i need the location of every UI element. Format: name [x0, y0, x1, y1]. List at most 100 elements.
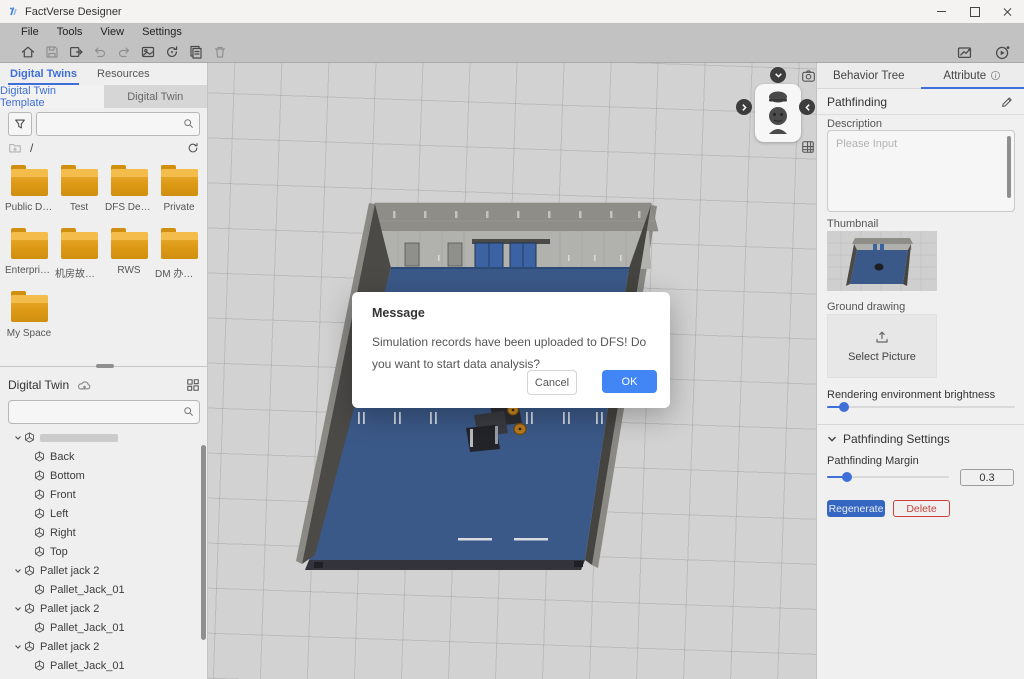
- description-input[interactable]: [827, 130, 1015, 212]
- refresh-button[interactable]: [186, 141, 200, 155]
- tree-item[interactable]: Pallet jack 2: [0, 599, 202, 618]
- undo-button[interactable]: [88, 43, 112, 61]
- folder-item[interactable]: RWS: [104, 224, 154, 287]
- tree-item[interactable]: Pallet_Jack_01: [0, 618, 202, 637]
- rotate-up-button[interactable]: [770, 67, 786, 83]
- tree-scrollbar[interactable]: [201, 445, 206, 640]
- tree-item[interactable]: Pallet jack 2: [0, 675, 202, 679]
- margin-slider-handle[interactable]: [842, 472, 852, 482]
- filter-button[interactable]: [8, 112, 32, 136]
- tree-item[interactable]: Pallet jack 2: [0, 561, 202, 580]
- folder-item[interactable]: My Space: [4, 287, 54, 350]
- folder-item[interactable]: DFS Demo: [104, 161, 154, 224]
- maximize-button[interactable]: [958, 0, 991, 23]
- folder-label: 机房故事线: [55, 265, 103, 280]
- folder-item[interactable]: Enterprise s…: [4, 224, 54, 287]
- ground-drawing-label: Ground drawing: [827, 301, 905, 313]
- menu-settings[interactable]: Settings: [133, 26, 191, 38]
- folder-item[interactable]: Private: [154, 161, 204, 224]
- delete-tool-button[interactable]: [208, 43, 232, 61]
- camera-icon: [801, 69, 816, 84]
- window-title: FactVerse Designer: [25, 6, 122, 18]
- cloud-sync-icon[interactable]: [77, 379, 92, 392]
- mesh-cube-icon: [34, 489, 45, 500]
- tree-item[interactable]: Pallet_Jack_01: [0, 656, 202, 675]
- menu-bar: File Tools View Settings: [0, 23, 1024, 41]
- delete-button[interactable]: Delete: [893, 500, 950, 517]
- tree-item[interactable]: Right: [0, 523, 202, 542]
- left-panel-tabs: Digital Twins Resources: [0, 63, 207, 86]
- brightness-slider-track[interactable]: [827, 406, 1015, 408]
- tree-item[interactable]: Bottom: [0, 466, 202, 485]
- ok-button[interactable]: OK: [602, 370, 657, 393]
- tree-search-input[interactable]: [8, 400, 200, 424]
- panel-splitter[interactable]: [0, 366, 207, 372]
- splitter-grip[interactable]: [96, 364, 114, 368]
- grid-toggle-button[interactable]: [800, 139, 816, 155]
- analytics-button[interactable]: [952, 43, 976, 61]
- subtab-digital-twin[interactable]: Digital Twin: [104, 85, 208, 108]
- sync-button[interactable]: [160, 43, 184, 61]
- close-button[interactable]: [991, 0, 1024, 23]
- margin-label: Pathfinding Margin: [827, 455, 919, 467]
- folder-item[interactable]: Public Dire…: [4, 161, 54, 224]
- rotate-left-button[interactable]: [736, 99, 752, 115]
- screenshot-button[interactable]: [800, 68, 816, 84]
- object-tree: BackBottomFrontLeftRightTopPallet jack 2…: [0, 428, 202, 679]
- folder-item[interactable]: 机房故事线: [54, 224, 104, 287]
- pathfinding-settings-header[interactable]: Pathfinding Settings: [827, 428, 950, 450]
- tree-item[interactable]: [0, 428, 202, 447]
- run-button[interactable]: [990, 43, 1014, 61]
- description-scrollbar[interactable]: [1007, 136, 1011, 198]
- brightness-slider[interactable]: [827, 402, 1015, 412]
- edit-button[interactable]: [1000, 95, 1014, 109]
- snapshot-button[interactable]: [136, 43, 160, 61]
- minimize-button[interactable]: [925, 0, 958, 23]
- view-gizmo[interactable]: [755, 84, 801, 142]
- folder-item[interactable]: DM 办公室: [154, 224, 204, 287]
- redo-button[interactable]: [112, 43, 136, 61]
- current-path: /: [30, 141, 33, 155]
- tree-item[interactable]: Front: [0, 485, 202, 504]
- tab-resources[interactable]: Resources: [87, 63, 160, 85]
- cancel-button[interactable]: Cancel: [527, 370, 577, 395]
- mesh-cube-icon: [34, 508, 45, 519]
- margin-value-input[interactable]: [960, 469, 1014, 486]
- tab-attribute[interactable]: Attribute: [921, 63, 1024, 88]
- home-button[interactable]: [16, 43, 40, 61]
- margin-slider[interactable]: [827, 472, 949, 482]
- menu-view[interactable]: View: [91, 26, 133, 38]
- folder-label: My Space: [7, 328, 51, 339]
- tab-behavior-tree[interactable]: Behavior Tree: [817, 63, 921, 88]
- tree-item[interactable]: Top: [0, 542, 202, 561]
- copy-button[interactable]: [184, 43, 208, 61]
- tree-item[interactable]: Pallet_Jack_01: [0, 580, 202, 599]
- select-picture-button[interactable]: Select Picture: [827, 314, 937, 378]
- tree-item[interactable]: Pallet jack 2: [0, 637, 202, 656]
- menu-tools[interactable]: Tools: [48, 26, 92, 38]
- folder-icon: [111, 232, 148, 259]
- structure-view-icon[interactable]: [186, 378, 200, 392]
- brightness-slider-handle[interactable]: [839, 402, 849, 412]
- minimize-icon: [937, 11, 946, 12]
- export-scene-button[interactable]: [64, 43, 88, 61]
- copy-icon: [188, 44, 204, 60]
- tree-expand-chevron-icon[interactable]: [12, 643, 24, 651]
- folder-item[interactable]: Test: [54, 161, 104, 224]
- template-search-input[interactable]: [36, 112, 200, 136]
- tree-item[interactable]: Left: [0, 504, 202, 523]
- tab-digital-twins[interactable]: Digital Twins: [0, 63, 87, 85]
- snapshot-icon: [140, 44, 156, 60]
- save-button[interactable]: [40, 43, 64, 61]
- viewport-3d[interactable]: Message Simulation records have been upl…: [208, 63, 816, 679]
- tree-expand-chevron-icon[interactable]: [12, 567, 24, 575]
- tree-expand-chevron-icon[interactable]: [12, 605, 24, 613]
- tree-expand-chevron-icon[interactable]: [12, 434, 24, 442]
- tree-item[interactable]: Back: [0, 447, 202, 466]
- redo-icon: [116, 44, 132, 60]
- subtab-digital-twin-template[interactable]: Digital Twin Template: [0, 85, 104, 108]
- rotate-right-button[interactable]: [799, 99, 815, 115]
- pathfinding-header: Pathfinding: [827, 95, 887, 109]
- menu-file[interactable]: File: [12, 26, 48, 38]
- regenerate-button[interactable]: Regenerate: [827, 500, 885, 517]
